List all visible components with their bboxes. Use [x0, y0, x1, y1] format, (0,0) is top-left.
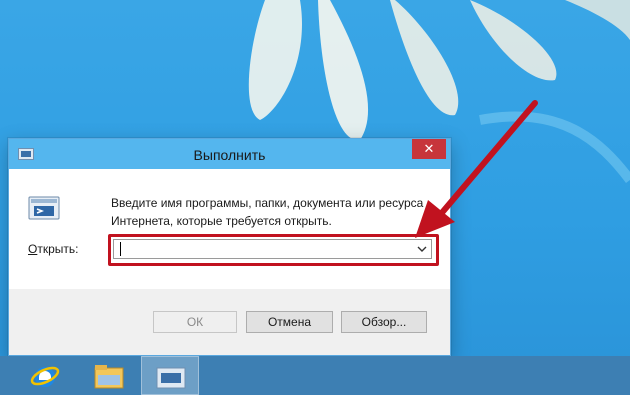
run-dialog: Выполнить ✕ Введите имя программы, папки…	[8, 138, 451, 356]
open-label-text: ткрыть:	[37, 242, 79, 256]
dialog-content: Введите имя программы, папки, документа …	[9, 169, 450, 289]
file-explorer-icon	[94, 365, 124, 389]
ok-button[interactable]: ОК	[153, 311, 237, 333]
run-icon	[156, 367, 186, 389]
taskbar-file-explorer[interactable]	[80, 356, 138, 395]
browse-button[interactable]: Обзор...	[341, 311, 427, 333]
taskbar-run[interactable]	[141, 356, 199, 395]
chevron-down-icon[interactable]	[415, 242, 429, 256]
open-label: Открыть:	[28, 242, 78, 256]
cancel-button[interactable]: Отмена	[246, 311, 333, 333]
run-program-icon	[28, 196, 60, 220]
open-input[interactable]	[118, 241, 408, 257]
internet-explorer-icon	[30, 366, 60, 387]
open-label-mnemonic: О	[28, 242, 38, 256]
title-bar[interactable]: Выполнить ✕	[9, 139, 450, 169]
dialog-title: Выполнить	[193, 147, 266, 163]
open-combobox[interactable]	[113, 239, 432, 259]
close-button[interactable]: ✕	[412, 139, 446, 159]
taskbar-internet-explorer[interactable]	[17, 356, 75, 395]
dialog-footer: ОК Отмена Обзор...	[9, 289, 450, 355]
taskbar	[0, 356, 630, 395]
dialog-description: Введите имя программы, папки, документа …	[111, 196, 424, 228]
